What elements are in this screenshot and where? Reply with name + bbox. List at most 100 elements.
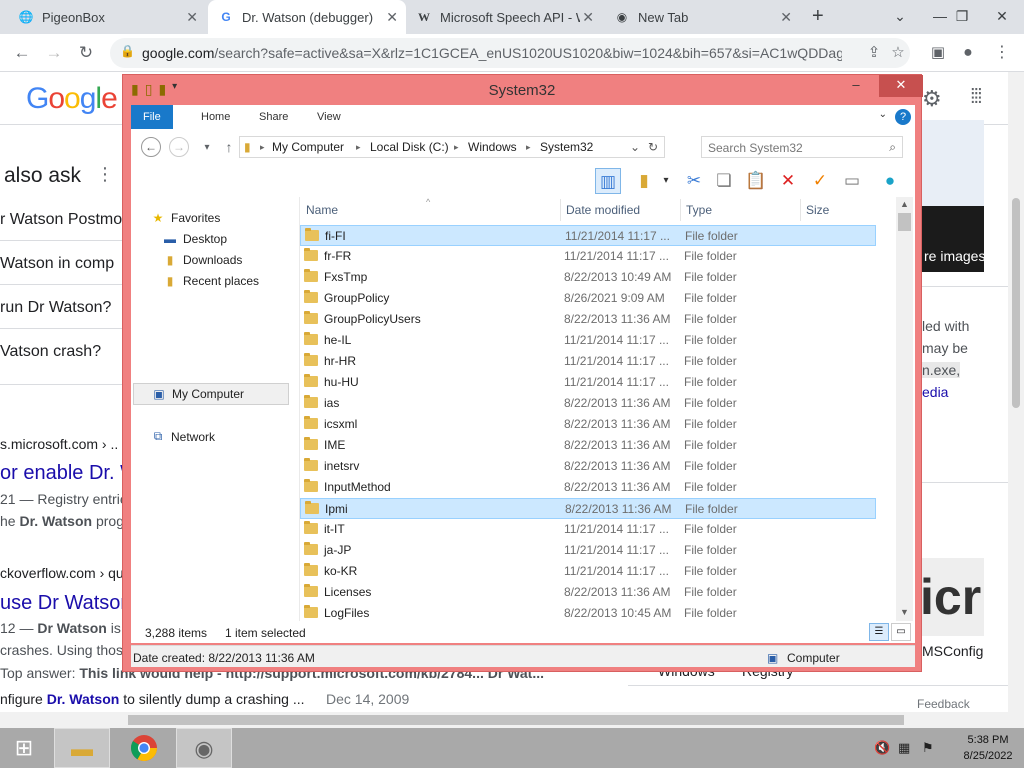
refresh-icon[interactable]: ↻: [648, 140, 658, 154]
up-arrow-icon[interactable]: ↑: [217, 136, 241, 158]
question-item[interactable]: Vatson crash?: [0, 343, 101, 361]
tab-new-tab[interactable]: ◉ New Tab ✕: [604, 0, 800, 34]
file-row[interactable]: ias 8/22/2013 11:36 AM File folder: [300, 393, 876, 414]
address-bar[interactable]: 🔒 google.com/search?safe=active&sa=X&rlz…: [110, 38, 910, 68]
chevron-right-icon[interactable]: ▸: [260, 142, 265, 153]
question-item[interactable]: Watson in comp: [0, 255, 114, 273]
search-input[interactable]: Search System32 ⌕: [701, 136, 903, 158]
nav-recent-places[interactable]: ▮ Recent places: [161, 274, 259, 288]
file-row[interactable]: icsxml 8/22/2013 11:36 AM File folder: [300, 414, 876, 435]
result-site[interactable]: ckoverflow.com › qu: [0, 565, 124, 581]
file-list-scrollbar[interactable]: ▲ ▼: [896, 197, 913, 621]
nav-downloads[interactable]: ▮ Downloads: [161, 253, 243, 267]
tab-microsoft-speech[interactable]: W Microsoft Speech API - W ✕: [406, 0, 602, 34]
column-header-date[interactable]: Date modified: [566, 203, 640, 217]
file-row[interactable]: Ipmi 8/22/2013 11:36 AM File folder: [300, 498, 876, 519]
system-clock[interactable]: 5:38 PM 8/25/2022: [956, 732, 1020, 764]
close-window-button[interactable]: ✕: [982, 0, 1022, 34]
file-row[interactable]: IME 8/22/2013 11:36 AM File folder: [300, 435, 876, 456]
column-header-name[interactable]: Name: [306, 203, 338, 217]
column-separator[interactable]: [800, 199, 801, 221]
scrollbar-thumb[interactable]: [898, 213, 911, 231]
microsoft-logo-image[interactable]: icr: [920, 558, 984, 636]
delete-icon[interactable]: ✕: [775, 168, 801, 194]
breadcrumb-my-computer[interactable]: My Computer: [272, 140, 344, 154]
address-breadcrumb[interactable]: ▮ ▸ My Computer ▸ Local Disk (C:) ▸ Wind…: [239, 136, 665, 158]
windows-start-icon[interactable]: ⊞: [0, 728, 48, 768]
scrollbar-thumb[interactable]: [1012, 198, 1020, 408]
close-icon[interactable]: ✕: [186, 9, 198, 26]
chrome-icon[interactable]: [116, 728, 172, 768]
file-row[interactable]: GroupPolicy 8/26/2021 9:09 AM File folder: [300, 288, 876, 309]
rename-icon[interactable]: ▭: [839, 168, 865, 194]
file-row[interactable]: hr-HR 11/21/2014 11:17 ... File folder: [300, 351, 876, 372]
tab-dr-watson[interactable]: G Dr. Watson (debugger) ✕: [208, 0, 406, 34]
file-explorer-icon[interactable]: ▬: [54, 728, 110, 768]
tab-share[interactable]: Share: [247, 105, 300, 129]
file-row[interactable]: FxsTmp 8/22/2013 10:49 AM File folder: [300, 267, 876, 288]
cut-icon[interactable]: ✂: [681, 168, 707, 194]
image-results-thumbnail[interactable]: re images: [920, 120, 985, 272]
page-horizontal-scrollbar[interactable]: [0, 712, 1024, 728]
chevron-right-icon[interactable]: ▸: [526, 142, 531, 153]
result-site[interactable]: s.microsoft.com › ..: [0, 436, 118, 452]
close-icon[interactable]: ✕: [582, 9, 594, 26]
url-text[interactable]: google.com/search?safe=active&sa=X&rlz=1…: [142, 45, 842, 61]
help-icon[interactable]: ?: [895, 109, 911, 125]
globe-icon[interactable]: ●: [877, 168, 903, 194]
file-row[interactable]: he-IL 11/21/2014 11:17 ... File folder: [300, 330, 876, 351]
chevron-down-icon[interactable]: ▾: [653, 168, 679, 194]
file-row[interactable]: fr-FR 11/21/2014 11:17 ... File folder: [300, 246, 876, 267]
speaker-app-icon[interactable]: ◉: [176, 728, 232, 768]
more-images-link[interactable]: re images: [924, 248, 985, 264]
question-item[interactable]: r Watson Postmo: [0, 211, 122, 229]
breadcrumb-system32[interactable]: System32: [540, 140, 593, 154]
file-row[interactable]: inetsrv 8/22/2013 11:36 AM File folder: [300, 456, 876, 477]
page-vertical-scrollbar[interactable]: [1008, 72, 1024, 712]
preview-pane-icon[interactable]: ▥: [595, 168, 621, 194]
details-view-icon[interactable]: ☰: [869, 623, 889, 641]
column-separator[interactable]: [560, 199, 561, 221]
back-button[interactable]: ←: [141, 137, 161, 157]
file-row[interactable]: InputMethod 8/22/2013 11:36 AM File folder: [300, 477, 876, 498]
chevron-right-icon[interactable]: ▸: [454, 142, 459, 153]
window-title-bar[interactable]: ▮ ▯ ▮ ▾ System32 – □ ✕: [123, 75, 923, 105]
tab-file[interactable]: File: [131, 105, 173, 129]
file-row[interactable]: fi-FI 11/21/2014 11:17 ... File folder: [300, 225, 876, 246]
minimize-button[interactable]: –: [841, 75, 871, 97]
file-row[interactable]: GroupPolicyUsers 8/22/2013 11:36 AM File f…: [300, 309, 876, 330]
apps-grid-icon[interactable]: ⁞⁞⁞: [970, 86, 983, 109]
reload-button[interactable]: ↻: [74, 42, 98, 64]
column-separator[interactable]: [680, 199, 681, 221]
paste-icon[interactable]: 📋: [743, 168, 769, 194]
new-tab-button[interactable]: +: [812, 5, 824, 28]
forward-button[interactable]: →: [42, 42, 66, 64]
feedback-link[interactable]: Feedback: [917, 697, 970, 711]
bookmark-star-icon[interactable]: ☆: [886, 42, 910, 64]
file-row[interactable]: Licenses 8/22/2013 11:36 AM File folder: [300, 582, 876, 603]
lock-icon[interactable]: 🔒: [120, 44, 135, 58]
related-item-label[interactable]: MSConfig: [922, 643, 983, 659]
question-item[interactable]: run Dr Watson?: [0, 299, 111, 317]
share-icon[interactable]: ⇪: [862, 42, 886, 64]
result-title-link[interactable]: or enable Dr. W: [0, 462, 139, 485]
nav-network[interactable]: ⧉ Network: [149, 429, 215, 444]
checkmark-icon[interactable]: ✓: [807, 168, 833, 194]
more-options-icon[interactable]: ⋮: [96, 164, 114, 185]
wikipedia-link[interactable]: edia: [922, 384, 948, 400]
search-icon[interactable]: ⌕: [889, 140, 896, 155]
close-icon[interactable]: ✕: [780, 9, 792, 26]
tab-pigeonbox[interactable]: 🌐 PigeonBox ✕: [8, 0, 206, 34]
settings-gear-icon[interactable]: ⚙: [922, 86, 942, 112]
result-title-link[interactable]: use Dr Watson: [0, 592, 132, 615]
recent-locations-icon[interactable]: ▾: [195, 137, 219, 159]
breadcrumb-local-disk[interactable]: Local Disk (C:): [370, 140, 449, 154]
restore-button[interactable]: ❐: [942, 0, 982, 34]
volume-muted-icon[interactable]: 🔇: [874, 740, 890, 756]
close-icon[interactable]: ✕: [386, 9, 398, 26]
column-header-size[interactable]: Size: [806, 203, 829, 217]
nav-desktop[interactable]: ▬ Desktop: [161, 232, 227, 246]
forward-button[interactable]: →: [169, 137, 189, 157]
nav-favorites[interactable]: ★ Favorites: [149, 211, 221, 225]
file-row[interactable]: hu-HU 11/21/2014 11:17 ... File folder: [300, 372, 876, 393]
